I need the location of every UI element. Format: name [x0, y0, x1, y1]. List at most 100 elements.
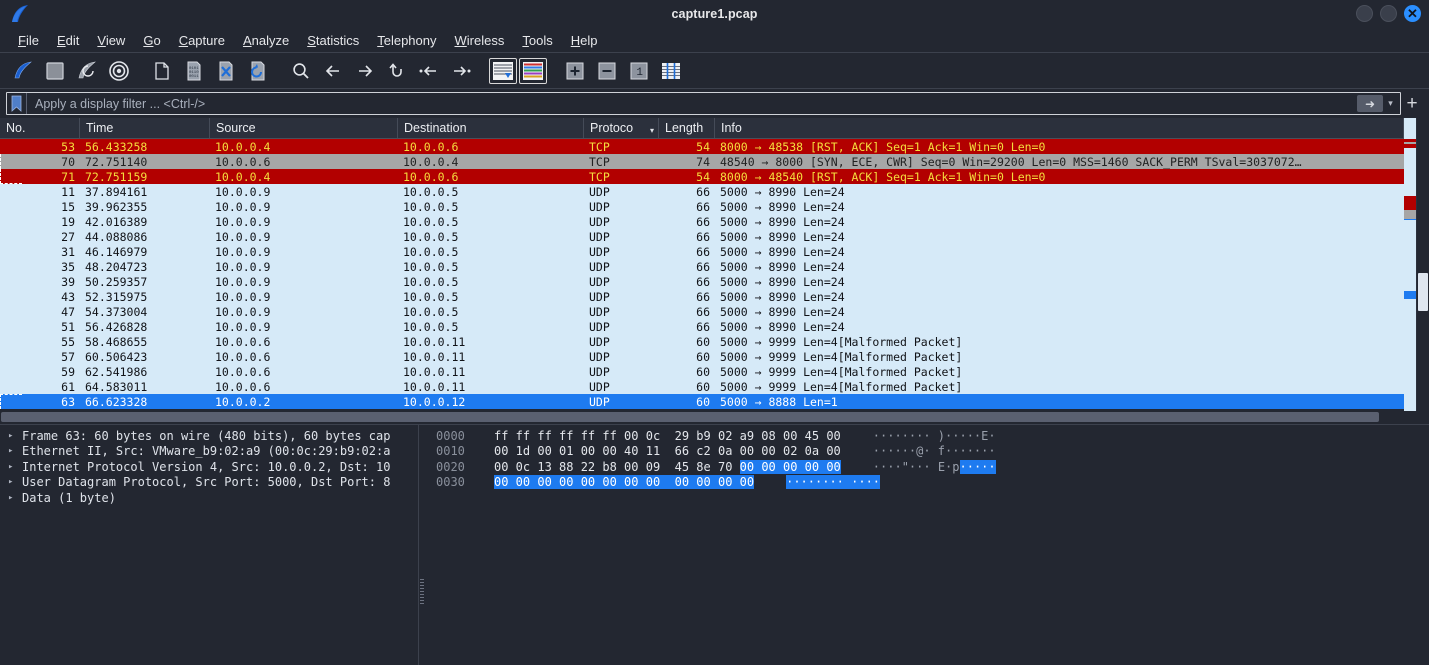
packet-detail-line[interactable]: ▸ Data (1 byte) [0, 490, 418, 506]
packet-row[interactable]: 19 42.016389 10.0.0.9 10.0.0.5 UDP 66 5000 → 8… [0, 214, 1404, 229]
column-header-info[interactable]: Info [715, 118, 1404, 138]
packet-row[interactable]: 43 52.315975 10.0.0.9 10.0.0.5 UDP 66 5000 → 8… [0, 289, 1404, 304]
packet-cell-dst: 10.0.0.12 [403, 394, 466, 409]
go-to-packet-icon[interactable] [382, 56, 412, 86]
minimize-button[interactable] [1356, 5, 1373, 22]
save-file-icon[interactable]: 0101 0110 0011 [179, 56, 209, 86]
expand-triangle-icon[interactable]: ▸ [8, 446, 22, 456]
add-filter-button[interactable]: + [1401, 94, 1423, 113]
zoom-reset-icon[interactable]: 1 [624, 56, 654, 86]
hex-dump-line[interactable]: 0010 00 1d 00 01 00 00 40 11 66 c2 0a 00 … [424, 444, 1429, 460]
packet-detail-line[interactable]: ▸ User Datagram Protocol, Src Port: 5000,… [0, 475, 418, 491]
zoom-in-icon[interactable] [560, 56, 590, 86]
packet-list-hscrollbar[interactable] [0, 411, 1429, 424]
expand-triangle-icon[interactable]: ▸ [8, 431, 22, 441]
apply-filter-icon[interactable]: ➜ [1357, 95, 1383, 112]
menu-item-view[interactable]: View [88, 31, 134, 50]
close-file-icon[interactable] [211, 56, 241, 86]
packet-cell-dst: 10.0.0.5 [403, 274, 459, 289]
packet-row[interactable]: 11 37.894161 10.0.0.9 10.0.0.5 UDP 66 5000 → 8… [0, 184, 1404, 199]
packet-cell-proto: TCP [589, 139, 610, 154]
display-filter-box[interactable]: ➜ ▾ [6, 92, 1401, 115]
hex-dump-line[interactable]: 0000 ff ff ff ff ff ff 00 0c 29 b9 02 a9 … [424, 428, 1429, 444]
packet-list-vscrollbar[interactable] [1416, 118, 1429, 411]
capture-options-icon[interactable] [104, 56, 134, 86]
packet-row[interactable]: 15 39.962355 10.0.0.9 10.0.0.5 UDP 66 5000 → 8… [0, 199, 1404, 214]
bookmark-icon[interactable] [8, 93, 24, 114]
expand-triangle-icon[interactable]: ▸ [8, 462, 22, 472]
menu-item-wireless[interactable]: Wireless [446, 31, 514, 50]
start-capture-icon[interactable] [8, 56, 38, 86]
packet-list[interactable]: No. Time Source Destination Protoco ▾ Length In… [0, 118, 1404, 411]
find-packet-icon[interactable] [286, 56, 316, 86]
expand-triangle-icon[interactable]: ▸ [8, 477, 22, 487]
go-first-packet-icon[interactable] [414, 56, 444, 86]
packet-list-body[interactable]: 53 56.433258 10.0.0.4 10.0.0.6 TCP 54 8000 → 4… [0, 139, 1404, 409]
column-header-dst[interactable]: Destination [398, 118, 584, 138]
packet-detail-pane[interactable]: ▸ Frame 63: 60 bytes on wire (480 bits), … [0, 425, 418, 665]
packet-row[interactable]: 47 54.373004 10.0.0.9 10.0.0.5 UDP 66 5000 → 8… [0, 304, 1404, 319]
column-header-src[interactable]: Source [210, 118, 398, 138]
scrollbar-thumb[interactable] [1418, 273, 1428, 311]
packet-cell-dst: 10.0.0.5 [403, 184, 459, 199]
resize-columns-icon[interactable] [656, 56, 686, 86]
menu-item-analyze[interactable]: Analyze [234, 31, 298, 50]
display-filter-input[interactable] [26, 93, 1357, 114]
column-header-no[interactable]: No. [0, 118, 80, 138]
menu-item-go[interactable]: Go [134, 31, 169, 50]
open-file-icon[interactable] [147, 56, 177, 86]
packet-row[interactable]: 71 72.751159 10.0.0.4 10.0.0.6 TCP 54 8000 → 4… [0, 169, 1404, 184]
column-header-proto[interactable]: Protoco ▾ [584, 118, 659, 138]
packet-row[interactable]: 57 60.506423 10.0.0.6 10.0.0.11 UDP 60 5000 → … [0, 349, 1404, 364]
title-bar: capture1.pcap ✕ [0, 0, 1429, 28]
menu-item-capture[interactable]: Capture [170, 31, 234, 50]
go-back-icon[interactable] [318, 56, 348, 86]
column-header-time[interactable]: Time [80, 118, 210, 138]
packet-row[interactable]: 55 58.468655 10.0.0.6 10.0.0.11 UDP 60 5000 → … [0, 334, 1404, 349]
menu-item-edit[interactable]: Edit [48, 31, 88, 50]
packet-detail-line[interactable]: ▸ Internet Protocol Version 4, Src: 10.0.… [0, 459, 418, 475]
auto-scroll-icon[interactable] [489, 57, 517, 84]
zoom-out-icon[interactable] [592, 56, 622, 86]
close-button[interactable]: ✕ [1404, 5, 1421, 22]
colorize-packets-icon[interactable] [519, 57, 547, 84]
packet-row[interactable]: 70 72.751140 10.0.0.6 10.0.0.4 TCP 74 48540 → … [0, 154, 1404, 169]
packet-row[interactable]: 51 56.426828 10.0.0.9 10.0.0.5 UDP 66 5000 → 8… [0, 319, 1404, 334]
packet-row[interactable]: 35 48.204723 10.0.0.9 10.0.0.5 UDP 66 5000 → 8… [0, 259, 1404, 274]
packet-minimap-scrollbar[interactable] [1404, 118, 1416, 411]
menu-item-file[interactable]: File [9, 31, 48, 50]
restart-capture-icon[interactable] [72, 56, 102, 86]
menu-item-tools[interactable]: Tools [513, 31, 561, 50]
packet-row[interactable]: 63 66.623328 10.0.0.2 10.0.0.12 UDP 60 5000 → … [0, 394, 1404, 409]
maximize-button[interactable] [1380, 5, 1397, 22]
menu-item-statistics[interactable]: Statistics [298, 31, 368, 50]
packet-detail-line[interactable]: ▸ Frame 63: 60 bytes on wire (480 bits), … [0, 428, 418, 444]
packet-row[interactable]: 31 46.146979 10.0.0.9 10.0.0.5 UDP 66 5000 → 8… [0, 244, 1404, 259]
minimap-segment [1404, 210, 1416, 219]
expand-triangle-icon[interactable]: ▸ [8, 493, 22, 503]
packet-row[interactable]: 53 56.433258 10.0.0.4 10.0.0.6 TCP 54 8000 → 4… [0, 139, 1404, 154]
packet-row[interactable]: 59 62.541986 10.0.0.6 10.0.0.11 UDP 60 5000 → … [0, 364, 1404, 379]
column-header-len[interactable]: Length [659, 118, 715, 138]
chevron-down-icon[interactable]: ▾ [1383, 98, 1398, 109]
packet-cell-time: 56.433258 [85, 139, 148, 154]
go-last-packet-icon[interactable] [446, 56, 476, 86]
hex-dump-line[interactable]: 0020 00 0c 13 88 22 b8 00 09 45 8e 70 00 … [424, 459, 1429, 475]
go-forward-icon[interactable] [350, 56, 380, 86]
stop-capture-icon[interactable] [40, 56, 70, 86]
packet-row[interactable]: 27 44.088086 10.0.0.9 10.0.0.5 UDP 66 5000 → 8… [0, 229, 1404, 244]
svg-text:0011: 0011 [189, 75, 199, 79]
packet-bytes-pane[interactable]: 0000 ff ff ff ff ff ff 00 0c 29 b9 02 a9 … [424, 425, 1429, 665]
reload-file-icon[interactable] [243, 56, 273, 86]
menu-item-telephony[interactable]: Telephony [368, 31, 445, 50]
packet-row[interactable]: 39 50.259357 10.0.0.9 10.0.0.5 UDP 66 5000 → 8… [0, 274, 1404, 289]
packet-row[interactable]: 61 64.583011 10.0.0.6 10.0.0.11 UDP 60 5000 → … [0, 379, 1404, 394]
pane-splitter[interactable] [418, 425, 424, 665]
menu-item-help[interactable]: Help [562, 31, 607, 50]
packet-detail-line[interactable]: ▸ Ethernet II, Src: VMware_b9:02:a9 (00:0… [0, 444, 418, 460]
hex-dump-line[interactable]: 0030 00 00 00 00 00 00 00 00 00 00 00 00 ·… [424, 475, 1429, 491]
packet-cell-src: 10.0.0.9 [215, 244, 271, 259]
svg-text:1: 1 [636, 67, 643, 79]
packet-cell-src: 10.0.0.6 [215, 364, 271, 379]
packet-cell-proto: UDP [589, 214, 610, 229]
